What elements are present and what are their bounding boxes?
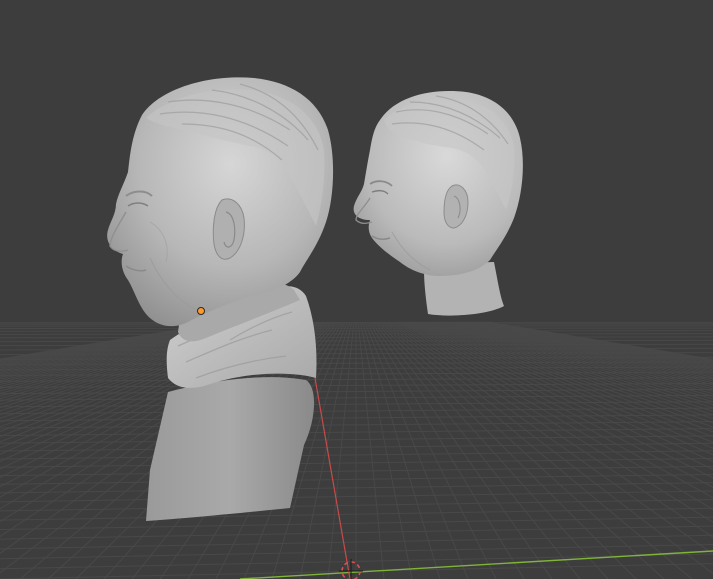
grid-line [454, 321, 713, 380]
viewport-canvas[interactable] [0, 0, 713, 579]
bust-base [146, 377, 315, 521]
3d-viewport[interactable] [0, 0, 713, 579]
origin-point-icon[interactable] [197, 307, 205, 315]
floor-grid [0, 321, 713, 579]
bust-with-shirt-mesh[interactable] [107, 77, 334, 521]
head-bust-mesh[interactable] [353, 91, 523, 316]
